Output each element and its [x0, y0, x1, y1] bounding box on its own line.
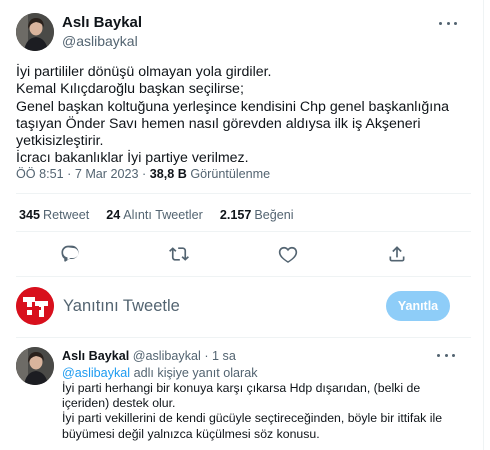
divider: [16, 276, 471, 277]
tweet-text-line: İyi partililer dönüşü olmayan yola girdi…: [16, 64, 272, 80]
reply-header: Aslı Baykal @aslibaykal · 1 sa: [62, 349, 236, 363]
reply-text: İyi parti herhangi bir konuya karşı çıka…: [62, 381, 477, 442]
reply-text-line: içeriden) destek olur.: [62, 396, 176, 411]
author-avatar[interactable]: [16, 13, 54, 51]
tweet-text-line: Genel başkan koltuğuna yerleşince kendis…: [16, 98, 450, 115]
reply-separator: ·: [204, 349, 209, 363]
divider: [16, 337, 471, 338]
meta-separator: ·: [142, 167, 147, 181]
tweet-meta: ÖÖ 8:51 · 7 Mar 2023 · 38,8 B Görüntülen…: [16, 167, 270, 181]
views-count: 38,8 B: [149, 167, 187, 181]
retweets-stat[interactable]: 345 Retweet: [19, 208, 89, 222]
replying-to: @aslibaykal adlı kişiye yanıt olarak: [62, 366, 258, 380]
reply-input[interactable]: Yanıtını Tweetle: [63, 297, 180, 316]
tweet-text: İyi partililer dönüşü olmayan yola girdi…: [16, 64, 471, 168]
replying-to-label: adlı kişiye yanıt olarak: [133, 366, 258, 380]
more-options-icon[interactable]: [439, 20, 457, 26]
author-name[interactable]: Aslı Baykal: [62, 14, 142, 31]
retweet-icon[interactable]: [169, 244, 189, 264]
quotes-count: 24: [106, 208, 121, 222]
reply-icon[interactable]: [60, 244, 80, 264]
likes-label: Beğeni: [254, 208, 294, 222]
retweets-count: 345: [19, 208, 41, 222]
reply-more-options-icon[interactable]: [437, 352, 455, 358]
quote-tweets-stat[interactable]: 24 Alıntı Tweetler: [106, 208, 203, 222]
share-icon[interactable]: [387, 244, 407, 264]
likes-count: 2.157: [219, 208, 252, 222]
reply-text-line: İyi parti herhangi bir konuya karşı çıka…: [62, 381, 421, 395]
tweet-date[interactable]: 7 Mar 2023: [75, 167, 139, 181]
current-user-avatar[interactable]: [16, 287, 54, 325]
reply-button[interactable]: Yanıtla: [386, 291, 450, 321]
reply-text-line: İyi parti vekillerini de kendi gücüyle s…: [62, 411, 443, 426]
reply-author-avatar[interactable]: [16, 347, 54, 385]
tweet-text-line: yetkisizleştirir.: [16, 133, 104, 150]
reply-author-name[interactable]: Aslı Baykal: [62, 349, 129, 363]
replying-to-mention[interactable]: @aslibaykal: [62, 366, 130, 380]
engagement-stats: 345 Retweet 24 Alıntı Tweetler 2.157 Beğeni: [19, 208, 311, 222]
reply-time[interactable]: 1 sa: [212, 349, 236, 363]
divider: [16, 231, 471, 232]
tweet-text-line: İcracı bakanlıklar İyi partiye verilmez.: [16, 150, 249, 167]
tweet-detail-panel: Aslı Baykal @aslibaykal İyi partililer d…: [0, 0, 484, 450]
reply-author-handle[interactable]: @aslibaykal: [133, 349, 201, 363]
views-label: Görüntülenme: [190, 167, 271, 181]
tweet-text-line: Kemal Kılıçdaroğlu başkan seçilirse;: [16, 81, 244, 98]
like-icon[interactable]: [278, 244, 298, 264]
tweet-text-line: taşıyan Önder Savı hemen nasıl görevden …: [16, 115, 421, 132]
reply-text-line: büyümesi değil yalnızca küçülmesi söz ko…: [62, 426, 320, 441]
likes-stat[interactable]: 2.157 Beğeni: [220, 208, 294, 222]
quotes-label: Alıntı Tweetler: [123, 208, 203, 222]
retweets-label: Retweet: [43, 208, 90, 222]
divider: [16, 193, 471, 194]
author-handle[interactable]: @aslibaykal: [62, 33, 138, 49]
meta-separator: ·: [67, 167, 72, 181]
tweet-time[interactable]: ÖÖ 8:51: [16, 167, 64, 181]
